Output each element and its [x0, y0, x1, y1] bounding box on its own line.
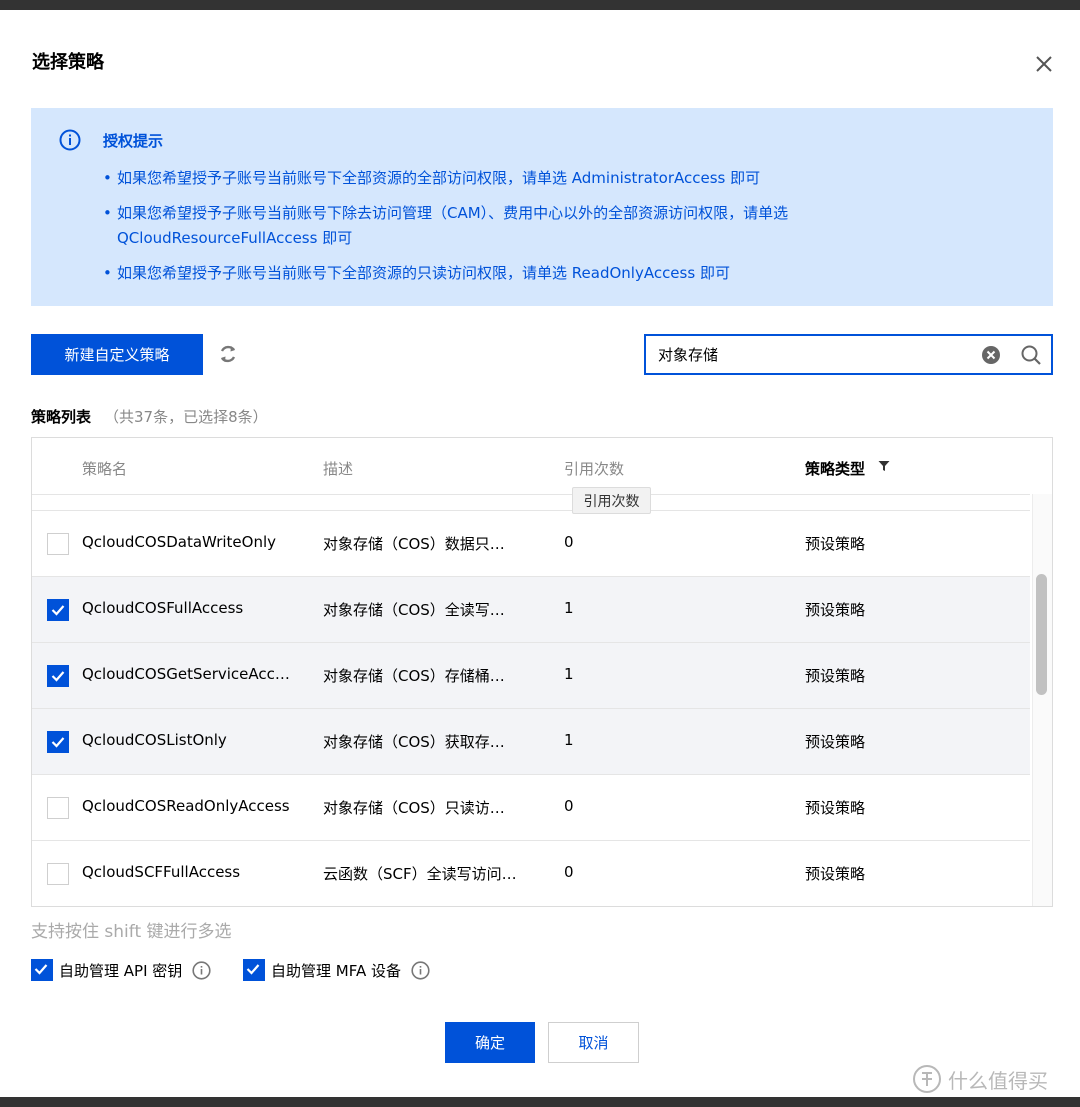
notice-line: 如果您希望授予子账号当前账号下除去访问管理（CAM）、费用中心以外的全部资源访问… [117, 204, 789, 222]
watermark: 什么值得买 [912, 1064, 1048, 1094]
policy-desc: 对象存储（COS）只读访… [323, 799, 505, 817]
policy-desc: 对象存储（COS）存储桶… [323, 667, 505, 685]
clear-circle-icon[interactable] [981, 345, 1001, 365]
policy-type: 预设策略 [805, 799, 866, 817]
policy-ref-count: 1 [564, 665, 574, 683]
policy-desc: 对象存储（COS）全读写… [323, 601, 505, 619]
table-row[interactable]: QcloudCOSGetServiceAcc… 对象存储（COS）存储桶… 1 … [32, 643, 1030, 709]
watermark-text: 什么值得买 [948, 1068, 1048, 1093]
row-checkbox[interactable] [47, 599, 69, 621]
policy-ref-count: 1 [564, 599, 574, 617]
policy-name: QcloudCOSListOnly [82, 731, 227, 749]
new-custom-policy-button[interactable]: 新建自定义策略 [31, 334, 203, 375]
policy-name: QcloudCOSFullAccess [82, 599, 244, 617]
notice-line: 如果您希望授予子账号当前账号下全部资源的全部访问权限，请单选 Administr… [117, 169, 761, 187]
info-icon[interactable] [411, 960, 430, 980]
notice-item: • 如果您希望授予子账号当前账号下全部资源的全部访问权限，请单选 Adminis… [103, 166, 760, 191]
refresh-icon[interactable] [216, 342, 240, 366]
policy-desc: 对象存储（COS）数据只… [323, 535, 505, 553]
filter-icon[interactable] [878, 460, 890, 472]
policy-name: QcloudSCFFullAccess [82, 863, 241, 881]
row-checkbox[interactable] [47, 731, 69, 753]
mfa-device-checkbox[interactable] [243, 959, 265, 981]
table-scrollbar-track[interactable] [1032, 494, 1052, 906]
table-row-partial [32, 495, 1030, 511]
row-checkbox[interactable] [47, 533, 69, 555]
row-checkbox[interactable] [47, 863, 69, 885]
close-icon [1036, 56, 1052, 72]
table-row[interactable]: QcloudSCFFullAccess 云函数（SCF）全读写访问… 0 预设策… [32, 841, 1030, 906]
api-key-label: 自助管理 API 密钥 [59, 961, 183, 980]
column-header-name: 策略名 [82, 460, 128, 478]
policy-desc: 对象存储（COS）获取存… [323, 733, 505, 751]
policy-name: QcloudCOSGetServiceAcc… [82, 665, 290, 683]
column-tooltip: 引用次数 [572, 487, 651, 514]
policy-type: 预设策略 [805, 865, 866, 883]
column-header-count[interactable]: 引用次数 [564, 458, 624, 479]
row-checkbox[interactable] [47, 797, 69, 819]
checkmark-icon [34, 964, 48, 975]
checkmark-icon [51, 605, 65, 616]
notice-title: 授权提示 [103, 132, 164, 150]
checkmark-icon [51, 737, 65, 748]
dialog-title: 选择策略 [32, 52, 104, 73]
policy-ref-count: 0 [564, 533, 574, 551]
notice-line: 如果您希望授予子账号当前账号下全部资源的只读访问权限，请单选 ReadOnlyA… [117, 264, 730, 282]
policy-desc: 云函数（SCF）全读写访问… [323, 865, 517, 883]
option-api-key: 自助管理 API 密钥 [31, 958, 211, 982]
policy-name: QcloudCOSReadOnlyAccess [82, 797, 290, 815]
column-header-desc: 描述 [323, 460, 354, 478]
top-dark-bar [0, 0, 1080, 10]
policy-type: 预设策略 [805, 601, 866, 619]
table-row[interactable]: QcloudCOSReadOnlyAccess 对象存储（COS）只读访… 0 … [32, 775, 1030, 841]
policy-list-count: （共37条，已选择8条） [104, 408, 268, 426]
notice-item: • 如果您希望授予子账号当前账号下全部资源的只读访问权限，请单选 ReadOnl… [103, 261, 730, 286]
policy-table: 策略名 描述 引用次数 策略类型 QcloudCOSDataWriteOnly … [31, 437, 1053, 907]
close-button[interactable] [1030, 50, 1058, 78]
table-row[interactable]: QcloudCOSDataWriteOnly 对象存储（COS）数据只… 0 预… [32, 511, 1030, 577]
api-key-checkbox[interactable] [31, 959, 53, 981]
search-box [644, 334, 1053, 375]
table-row[interactable]: QcloudCOSFullAccess 对象存储（COS）全读写… 1 预设策略 [32, 577, 1030, 643]
policy-name: QcloudCOSDataWriteOnly [82, 533, 277, 551]
bottom-dark-bar [0, 1097, 1080, 1107]
table-row[interactable]: QcloudCOSListOnly 对象存储（COS）获取存… 1 预设策略 [32, 709, 1030, 775]
smzdm-logo-icon [913, 1065, 941, 1093]
info-circle-icon [59, 129, 81, 151]
notice-line: QCloudResourceFullAccess 即可 [117, 229, 353, 247]
option-mfa-device: 自助管理 MFA 设备 [243, 958, 430, 982]
cancel-button[interactable]: 取消 [548, 1022, 639, 1063]
checkmark-icon [51, 671, 65, 682]
mfa-device-label: 自助管理 MFA 设备 [271, 961, 401, 980]
info-icon[interactable] [192, 960, 211, 980]
confirm-button[interactable]: 确定 [445, 1022, 535, 1063]
policy-ref-count: 0 [564, 797, 574, 815]
policy-type: 预设策略 [805, 733, 866, 751]
search-input[interactable] [658, 336, 968, 373]
table-scrollbar-thumb[interactable] [1036, 574, 1047, 695]
search-icon[interactable] [1020, 344, 1042, 366]
row-checkbox[interactable] [47, 665, 69, 687]
checkmark-icon [246, 964, 260, 975]
policy-ref-count: 1 [564, 731, 574, 749]
policy-list-label: 策略列表 [31, 408, 92, 426]
multi-select-hint: 支持按住 shift 键进行多选 [31, 922, 232, 942]
column-header-type: 策略类型 [805, 460, 866, 478]
policy-ref-count: 0 [564, 863, 574, 881]
notice-item: • 如果您希望授予子账号当前账号下除去访问管理（CAM）、费用中心以外的全部资源… [103, 201, 788, 251]
authorization-notice: 授权提示 • 如果您希望授予子账号当前账号下全部资源的全部访问权限，请单选 Ad… [31, 108, 1053, 306]
policy-type: 预设策略 [805, 667, 866, 685]
policy-type: 预设策略 [805, 535, 866, 553]
